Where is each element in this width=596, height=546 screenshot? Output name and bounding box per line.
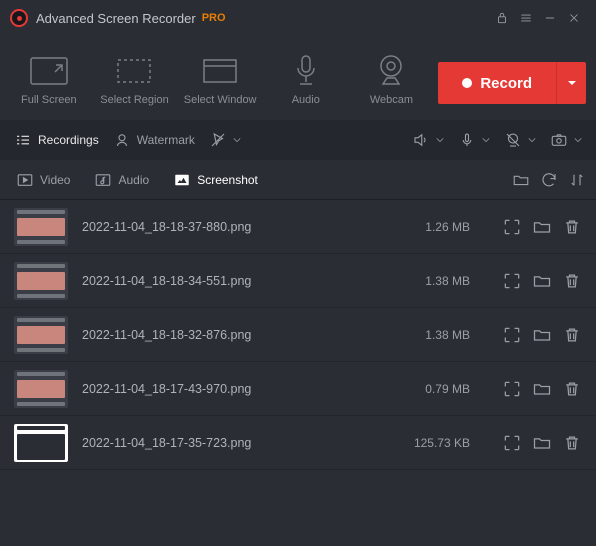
mode-fullscreen[interactable]: Full Screen [10,54,88,106]
webcam-off-icon [504,131,522,149]
file-size: 125.73 KB [390,436,470,450]
thumbnail [14,262,68,300]
file-size: 1.26 MB [390,220,470,234]
recordings-toggle[interactable]: Recordings [10,127,103,153]
edit-icon[interactable] [502,325,522,345]
microphone-icon [284,54,328,88]
folder-icon[interactable] [532,433,552,453]
folder-icon[interactable] [532,217,552,237]
recordings-label: Recordings [38,133,99,147]
folder-icon[interactable] [532,271,552,291]
chevron-down-icon [528,136,536,144]
trash-icon[interactable] [562,271,582,291]
cursor-toggle[interactable] [205,127,245,153]
file-name: 2022-11-04_18-18-34-551.png [82,274,322,288]
camera-toggle[interactable] [546,127,586,153]
region-icon [112,54,156,88]
mode-label: Full Screen [21,94,77,106]
screenshot-icon [173,171,191,189]
mode-audio[interactable]: Audio [267,54,345,106]
tab-audio[interactable]: Audio [88,167,155,193]
file-row[interactable]: 2022-11-04_18-17-35-723.png 125.73 KB [0,416,596,470]
tab-label: Video [40,173,70,187]
folder-icon[interactable] [532,325,552,345]
file-size: 1.38 MB [390,274,470,288]
app-logo-icon [10,9,28,27]
file-name: 2022-11-04_18-17-43-970.png [82,382,322,396]
cursor-off-icon [209,131,227,149]
trash-icon[interactable] [562,325,582,345]
tab-video[interactable]: Video [10,167,76,193]
trash-icon[interactable] [562,217,582,237]
watermark-toggle[interactable]: Watermark [109,127,199,153]
lock-icon[interactable] [490,6,514,30]
watermark-label: Watermark [137,133,195,147]
close-icon[interactable] [562,6,586,30]
mode-window[interactable]: Select Window [181,54,259,106]
folder-icon[interactable] [532,379,552,399]
chevron-down-icon [482,136,490,144]
record-label: Record [480,75,532,92]
webcam-toggle[interactable] [500,127,540,153]
file-size: 0.79 MB [390,382,470,396]
chevron-down-icon [436,136,444,144]
thumbnail [14,316,68,354]
mode-label: Select Region [100,94,169,106]
speaker-icon [412,131,430,149]
minimize-icon[interactable] [538,6,562,30]
edit-icon[interactable] [502,217,522,237]
app-title: Advanced Screen Recorder [36,11,196,26]
edit-icon[interactable] [502,433,522,453]
window-icon [198,54,242,88]
trash-icon[interactable] [562,433,582,453]
mode-label: Audio [292,94,320,106]
speaker-toggle[interactable] [408,127,448,153]
refresh-icon[interactable] [540,171,558,189]
file-row[interactable]: 2022-11-04_18-18-37-880.png 1.26 MB [0,200,596,254]
trash-icon[interactable] [562,379,582,399]
tab-screenshot[interactable]: Screenshot [167,167,264,193]
fullscreen-icon [27,54,71,88]
video-icon [16,171,34,189]
file-list: 2022-11-04_18-18-37-880.png 1.26 MB 2022… [0,200,596,470]
edit-icon[interactable] [502,379,522,399]
chevron-down-icon [574,136,582,144]
open-folder-icon[interactable] [512,171,530,189]
record-button[interactable]: Record [438,62,556,104]
mode-bar: Full Screen Select Region Select Window … [0,36,596,120]
chevron-down-icon [233,136,241,144]
mic-toggle[interactable] [454,127,494,153]
file-row[interactable]: 2022-11-04_18-18-34-551.png 1.38 MB [0,254,596,308]
thumbnail [14,424,68,462]
file-name: 2022-11-04_18-18-37-880.png [82,220,322,234]
webcam-icon [369,54,413,88]
camera-icon [550,131,568,149]
tab-label: Audio [118,173,149,187]
file-size: 1.38 MB [390,328,470,342]
record-dropdown[interactable] [556,62,586,104]
file-row[interactable]: 2022-11-04_18-18-32-876.png 1.38 MB [0,308,596,362]
file-name: 2022-11-04_18-18-32-876.png [82,328,322,342]
mode-label: Webcam [370,94,413,106]
edit-icon[interactable] [502,271,522,291]
settings-toolbar: Recordings Watermark [0,120,596,160]
mic-icon [458,131,476,149]
mode-region[interactable]: Select Region [96,54,174,106]
tab-label: Screenshot [197,173,258,187]
mode-label: Select Window [184,94,257,106]
menu-icon[interactable] [514,6,538,30]
pro-badge: PRO [202,12,226,24]
thumbnail [14,370,68,408]
titlebar: Advanced Screen Recorder PRO [0,0,596,36]
watermark-icon [113,131,131,149]
audio-icon [94,171,112,189]
sort-icon[interactable] [568,171,586,189]
list-icon [14,131,32,149]
mode-webcam[interactable]: Webcam [353,54,431,106]
file-type-tabs: Video Audio Screenshot [0,160,596,200]
file-name: 2022-11-04_18-17-35-723.png [82,436,322,450]
thumbnail [14,208,68,246]
file-row[interactable]: 2022-11-04_18-17-43-970.png 0.79 MB [0,362,596,416]
